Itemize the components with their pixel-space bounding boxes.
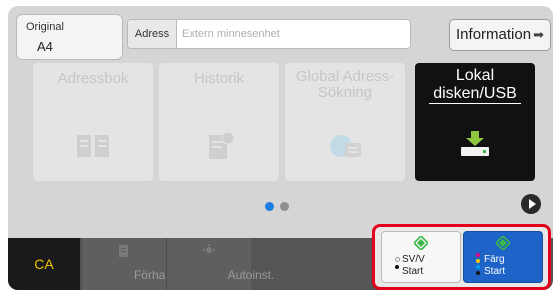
bw-start-text: SV/V Start [402,254,425,278]
white-dot-icon [395,257,400,262]
color-start-text: Färg Start [484,254,505,278]
tile-label: Historik [193,70,244,87]
information-button[interactable]: Information ➡ [449,19,551,51]
preview-button[interactable]: Förhandsgr. [81,238,198,290]
page-dot[interactable] [280,202,289,211]
tile-label: Global Adress-Sökning [295,68,395,101]
address-field[interactable]: Adress [127,19,411,49]
cyan-dot-icon [476,265,480,269]
autoset-label: Autoinst. [227,268,275,282]
start-diamond-icon [414,236,428,250]
original-label: Original [26,21,64,33]
tile-local-disk-usb[interactable]: Lokal disken/USB [415,63,535,181]
page-dot-active[interactable] [265,202,274,211]
original-size-button[interactable]: Original A4 [16,14,123,60]
next-page-icon[interactable] [521,194,541,214]
bw-label: SV/V [402,254,425,265]
bw-start-label: Start [402,266,424,277]
address-label: Adress [128,20,177,48]
color-label: Färg [484,254,505,265]
tile-label: Lokal disken/USB [415,67,535,104]
address-book-icon [77,135,109,157]
start-buttons-group: SV/V Start Färg Start [372,224,551,290]
bw-start-button[interactable]: SV/V Start [381,231,461,283]
tile-history[interactable]: Historik [159,63,279,181]
page-indicator [265,198,295,216]
history-icon [209,131,235,159]
usb-drive-icon [461,131,489,156]
black-dot-icon [395,265,399,269]
screen: Original A4 Adress Information➡ Adressbo… [0,0,555,299]
information-label: Information [456,26,532,43]
black-dot-icon [476,271,480,275]
magenta-dot-icon [476,253,480,257]
preview-icon [119,245,128,257]
color-start-label: Start [484,266,506,277]
address-input[interactable] [180,23,406,45]
autoset-button[interactable]: Autoinst. [166,238,274,290]
yellow-dot-icon [476,259,480,263]
tile-address-book[interactable]: Adressbok [33,63,153,181]
tile-label-text: Lokal disken/USB [429,67,521,104]
tile-label: Adressbok [57,70,129,87]
auto-icon [203,244,215,253]
color-start-button[interactable]: Färg Start [463,231,543,283]
global-address-search-icon [330,135,361,157]
original-value: A4 [37,39,53,54]
tile-global-address-search[interactable]: Global Adress-Sökning [285,63,405,181]
arrow-right-icon: ➡ [533,27,544,42]
start-diamond-icon [496,236,510,250]
ca-button[interactable]: CA [8,238,80,290]
